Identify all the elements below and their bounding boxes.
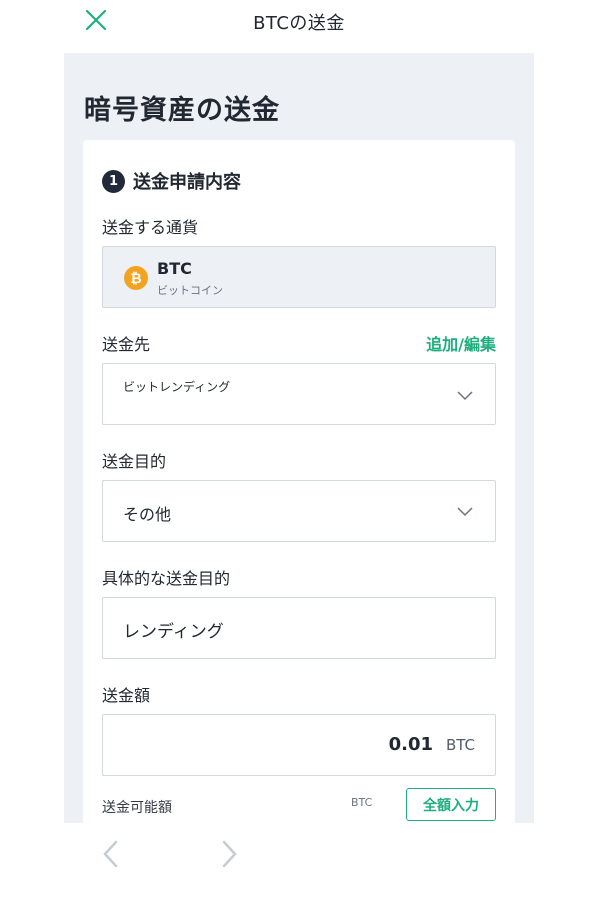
chevron-down-icon	[457, 391, 473, 401]
purpose-label: 送金目的	[102, 452, 167, 471]
app-screen: BTCの送金 暗号資産の送金 1 送金申請内容 送金する通貨 ₿ BTC ビット…	[64, 0, 534, 900]
purpose-detail-value: レンディング	[123, 622, 224, 642]
destination-value: ビットレンディング	[123, 380, 231, 394]
amount-input[interactable]: 0.01 BTC	[102, 714, 496, 776]
right-margin	[534, 0, 598, 900]
available-amount-unit: BTC	[351, 796, 373, 809]
page-title: 暗号資産の送金	[84, 95, 280, 126]
available-amount-label: 送金可能額	[102, 800, 172, 816]
back-arrow-icon[interactable]	[100, 839, 122, 869]
add-edit-link[interactable]: 追加/編集	[426, 331, 496, 355]
left-margin	[0, 0, 64, 900]
bitcoin-icon: ₿	[124, 266, 148, 290]
browser-nav-bar	[64, 823, 534, 900]
forward-arrow-icon[interactable]	[218, 839, 240, 869]
header-title: BTCの送金	[253, 13, 345, 34]
amount-unit: BTC	[445, 736, 475, 754]
transfer-form-card: 1 送金申請内容 送金する通貨 ₿ BTC ビットコイン 送金先 追加/編集 ビ…	[83, 140, 515, 840]
section-header: 1 送金申請内容	[102, 168, 241, 194]
fill-all-button[interactable]: 全額入力	[406, 788, 496, 821]
purpose-select[interactable]: その他	[102, 480, 496, 542]
currency-symbol: BTC	[157, 259, 192, 278]
purpose-value: その他	[123, 505, 172, 524]
amount-value: 0.01	[388, 734, 433, 755]
destination-select[interactable]: ビットレンディング	[102, 363, 496, 425]
purpose-detail-label: 具体的な送金目的	[102, 569, 231, 588]
currency-label: 送金する通貨	[102, 218, 199, 237]
destination-label: 送金先	[102, 335, 151, 354]
step-badge: 1	[102, 169, 125, 193]
top-header: BTCの送金	[64, 0, 534, 53]
chevron-down-icon	[457, 507, 473, 517]
section-title: 送金申請内容	[133, 172, 241, 193]
amount-label: 送金額	[102, 686, 151, 705]
currency-field: ₿ BTC ビットコイン	[102, 246, 496, 308]
currency-name: ビットコイン	[157, 284, 223, 297]
purpose-detail-input[interactable]: レンディング	[102, 597, 496, 659]
